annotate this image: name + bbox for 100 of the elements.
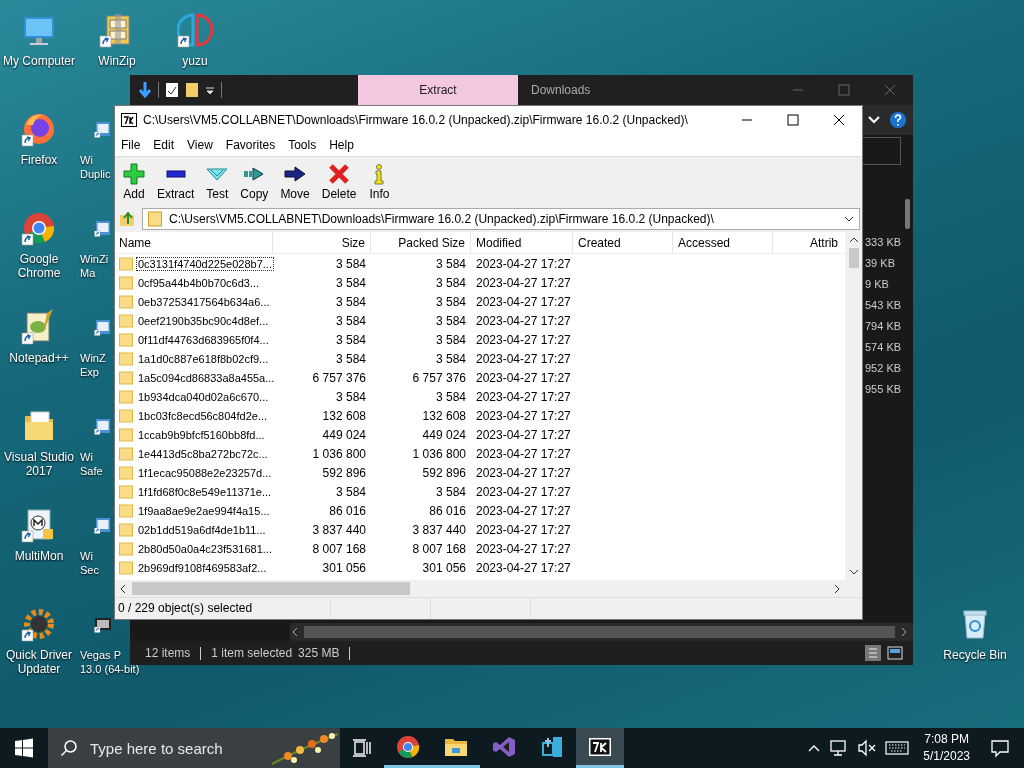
column-header[interactable]: Accessed — [673, 232, 773, 253]
icon-label: Vegas P 13.0 (64-bit) — [79, 648, 140, 676]
app-logo-icon — [540, 734, 564, 759]
search-bar[interactable]: Type here to search — [48, 728, 340, 768]
scroll-left-icon[interactable] — [118, 583, 128, 594]
file-name[interactable]: 1a1d0c887e618f8b02cf9... — [136, 351, 271, 366]
menu-item[interactable]: Tools — [288, 138, 317, 152]
folder-icon — [119, 294, 133, 309]
table-cell-text: 2023-04-27 17:27 — [475, 465, 572, 480]
file-name[interactable]: 1f9aa8ae9e2ae994f4a15... — [136, 503, 272, 518]
download-arrow-icon[interactable] — [138, 81, 152, 99]
status-text: 1 item selected — [211, 646, 293, 660]
file-name[interactable]: 1a5c094cd86833a8a455a... — [136, 370, 277, 385]
table-cell-text: 3 584 — [434, 484, 467, 499]
table-cell-text: 449 024 — [321, 427, 367, 442]
folder-icon — [119, 313, 133, 328]
table-cell-text: 3 584 — [434, 389, 467, 404]
column-header[interactable]: Modified — [471, 232, 573, 253]
table-cell-text: 6 757 376 — [411, 370, 467, 385]
file-name[interactable]: 0f11df44763d683965f0f4... — [136, 332, 271, 347]
file-name[interactable]: 02b1dd519a6df4de1b11... — [136, 522, 268, 537]
scrollbar-thumb[interactable] — [304, 626, 895, 638]
toolbar-button[interactable]: Add — [119, 160, 149, 203]
table-cell-text: 592 896 — [421, 465, 467, 480]
folder-icon — [119, 332, 133, 347]
file-name[interactable]: 0eef2190b35bc90c4d8ef... — [136, 313, 271, 328]
file-name[interactable]: 0eb37253417564b634a6... — [136, 294, 272, 309]
scroll-up-icon[interactable] — [848, 235, 859, 245]
folder-icon — [119, 465, 133, 480]
table-cell-text: 2023-04-27 17:27 — [475, 313, 572, 328]
search-icon — [60, 739, 78, 757]
help-icon[interactable] — [889, 111, 907, 129]
taskbar-app[interactable] — [576, 728, 624, 768]
column-header[interactable]: Name — [115, 232, 273, 253]
toolbar-button[interactable]: Delete — [317, 160, 361, 203]
app-logo-icon — [121, 113, 137, 127]
keyboard-icon[interactable] — [885, 740, 910, 756]
notification-icon[interactable] — [990, 738, 1010, 758]
file-name[interactable]: 0c3131f4740d225e028b7... — [136, 256, 274, 271]
table-cell-text: 3 584 — [434, 256, 467, 271]
folder-icon — [119, 446, 133, 461]
menu-item[interactable]: Help — [329, 138, 354, 152]
table-cell-text: 2023-04-27 17:27 — [475, 503, 572, 518]
column-header[interactable]: Attrib — [773, 232, 843, 253]
table-cell-text: 132 608 — [421, 408, 467, 423]
scroll-right-icon[interactable] — [832, 583, 842, 594]
muted-speaker-icon[interactable] — [857, 739, 878, 757]
file-size: 952 KB — [865, 361, 903, 376]
table-cell-text: 132 608 — [321, 408, 367, 423]
menu-item[interactable]: Edit — [153, 138, 175, 152]
menu-item[interactable]: View — [187, 138, 213, 152]
folder-icon[interactable] — [185, 82, 199, 98]
scrollbar-thumb[interactable] — [848, 248, 859, 268]
table-cell-text: 301 056 — [321, 560, 367, 575]
table-cell-text: 2023-04-27 17:27 — [475, 446, 572, 461]
toolbar-button[interactable]: Copy — [236, 160, 273, 203]
folder-icon — [119, 389, 133, 404]
dropdown-icon[interactable] — [205, 85, 215, 95]
table-cell-text: 1 036 800 — [311, 446, 367, 461]
file-name[interactable]: 1b934dca040d02a6c670... — [136, 389, 271, 404]
folder-up-icon[interactable] — [119, 210, 137, 228]
file-name[interactable]: 2b969df9108f469583af2... — [136, 560, 269, 575]
file-name[interactable]: 1ccab9b9bfcf5160bb8fd... — [136, 427, 267, 442]
file-size: 39 KB — [865, 256, 896, 271]
menu-item[interactable]: Favorites — [225, 138, 276, 152]
column-header[interactable]: Packed Size — [371, 232, 471, 253]
column-header[interactable]: Created — [573, 232, 673, 253]
address-field[interactable]: C:\Users\VM5.COLLABNET\Downloads\Firmware 16.0.2 (Unpacked).zip\Firmware 16.0.2 (Unpacked)\ — [142, 208, 860, 230]
toolbar-button[interactable]: Extract — [153, 160, 199, 203]
file-size: 574 KB — [865, 340, 903, 355]
scrollbar-thumb[interactable] — [132, 582, 410, 595]
scrollbar[interactable] — [905, 199, 910, 229]
clock[interactable]: 7:08 PM 5/1/2023 — [917, 731, 976, 765]
table-cell-text: 2023-04-27 17:27 — [475, 560, 572, 575]
scroll-right-icon[interactable] — [899, 627, 909, 637]
dropdown-icon[interactable] — [844, 214, 854, 224]
file-name[interactable]: 2b80d50a0a4c23f531681... — [136, 541, 274, 556]
task-view-icon[interactable] — [352, 739, 372, 757]
folder-icon — [119, 503, 133, 518]
table-cell-text: 86 016 — [328, 503, 367, 518]
menu-item[interactable]: File — [121, 138, 141, 152]
ribbon-tab[interactable]: Extract — [358, 75, 518, 105]
file-name[interactable]: 1f1fd68f0c8e549e11371e... — [136, 484, 274, 499]
file-name[interactable]: 1e4413d5c8ba272bc72c... — [136, 446, 270, 461]
file-name[interactable]: 1f1ecac95088e2e23257d... — [136, 465, 274, 480]
toolbar-button[interactable]: Test — [202, 160, 233, 203]
folder-icon — [119, 256, 133, 271]
search-field[interactable]: Type here to search — [88, 738, 258, 758]
scroll-down-icon[interactable] — [848, 567, 859, 577]
file-name[interactable]: 0cf95a44b4b0b70c6d3... — [136, 275, 262, 290]
tiles-view-icon[interactable] — [887, 645, 903, 661]
toolbar-button[interactable]: Info — [364, 160, 395, 203]
windows-logo-icon[interactable] — [14, 738, 34, 758]
table-cell-text: 2023-04-27 17:27 — [475, 351, 572, 366]
table-cell-text: 2023-04-27 17:27 — [475, 427, 572, 442]
column-header[interactable]: Size — [273, 232, 371, 253]
checklist-icon[interactable] — [165, 82, 179, 98]
toolbar-button[interactable]: Move — [276, 160, 314, 203]
file-name[interactable]: 1bc03fc8ecd56c804fd2e... — [136, 408, 270, 423]
scroll-left-icon[interactable] — [290, 627, 300, 637]
